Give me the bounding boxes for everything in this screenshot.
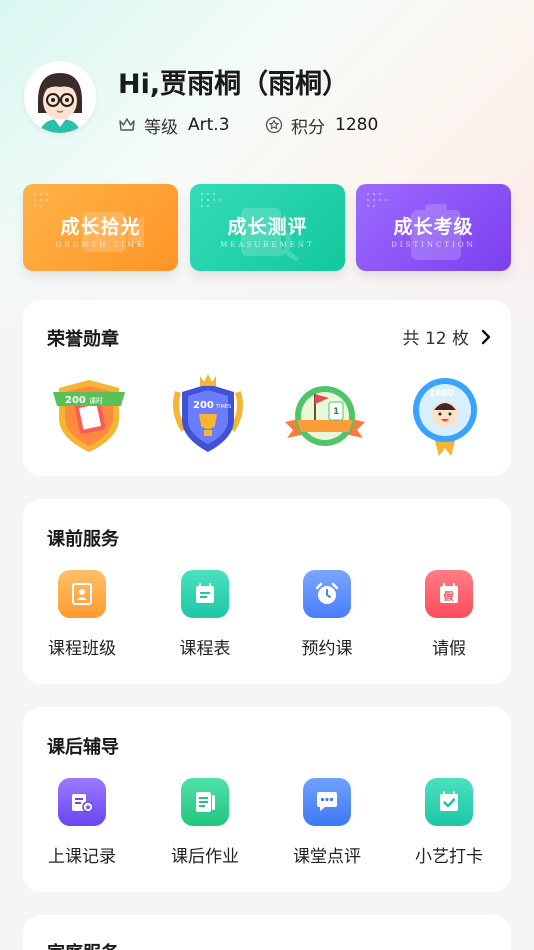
leave-request-entry[interactable]: 假 请假 bbox=[394, 570, 504, 659]
check-in-icon bbox=[425, 778, 473, 826]
1800-days-medal-icon[interactable]: 1800 bbox=[403, 372, 487, 456]
check-in-entry[interactable]: 小艺打卡 bbox=[394, 778, 504, 867]
schedule-entry[interactable]: 课程表 bbox=[150, 570, 260, 659]
pre-class-title: 课前服务 bbox=[47, 529, 119, 550]
family-services-title: 家庭服务 bbox=[47, 939, 119, 950]
growth-distinction-subtitle: DISTINCTION bbox=[391, 241, 476, 249]
honor-medals-title: 荣誉勋章 bbox=[47, 329, 119, 350]
svg-text:TIMES: TIMES bbox=[215, 404, 231, 410]
growth-distinction-card[interactable]: 成长考级 DISTINCTION bbox=[356, 184, 511, 271]
class-record-label: 上课记录 bbox=[48, 847, 116, 867]
svg-text:1: 1 bbox=[333, 407, 339, 417]
points-label: 积分 bbox=[291, 117, 325, 138]
level-label: 等级 bbox=[144, 117, 178, 138]
class-record-entry[interactable]: 上课记录 bbox=[27, 778, 137, 867]
book-class-entry[interactable]: 预约课 bbox=[272, 570, 382, 659]
avatar[interactable] bbox=[24, 61, 96, 133]
points-info: 积分 1280 bbox=[265, 114, 379, 138]
svg-text:200: 200 bbox=[193, 400, 214, 411]
class-group-entry[interactable]: 课程班级 bbox=[27, 570, 137, 659]
medal-count-text: 共 12 枚 bbox=[402, 329, 469, 349]
svg-text:课时: 课时 bbox=[89, 396, 103, 405]
class-comment-entry[interactable]: 课堂点评 bbox=[272, 778, 382, 867]
svg-text:1800: 1800 bbox=[429, 389, 454, 399]
chevron-right-icon bbox=[481, 329, 491, 344]
schedule-label: 课程表 bbox=[179, 639, 231, 659]
crown-icon bbox=[119, 118, 135, 131]
points-star-icon bbox=[265, 116, 283, 134]
class-comment-label: 课堂点评 bbox=[293, 847, 361, 867]
class-record-icon bbox=[58, 778, 106, 826]
homework-icon bbox=[181, 778, 229, 826]
dots-decoration-icon bbox=[366, 192, 388, 208]
medal-count-link[interactable]: 共 12 枚 bbox=[403, 324, 491, 349]
growth-time-card[interactable]: 成长拾光 GROWTH TIME bbox=[23, 184, 178, 271]
growth-measurement-card[interactable]: 成长测评 MEASUREMENT bbox=[190, 184, 345, 271]
growth-distinction-title: 成长考级 bbox=[393, 216, 474, 238]
svg-text:200: 200 bbox=[65, 395, 86, 406]
pre-class-services-card: 课前服务 课程班级 课程表 预约课 假 请假 bbox=[23, 499, 511, 684]
leave-request-label: 请假 bbox=[432, 639, 466, 659]
avatar-girl-icon bbox=[24, 61, 96, 133]
class-book-icon bbox=[58, 570, 106, 618]
level-value: Art.3 bbox=[188, 115, 230, 135]
book-class-label: 预约课 bbox=[301, 639, 353, 659]
homework-entry[interactable]: 课后作业 bbox=[150, 778, 260, 867]
alarm-clock-icon bbox=[303, 570, 351, 618]
comment-bubble-icon bbox=[303, 778, 351, 826]
svg-text:假: 假 bbox=[444, 590, 455, 603]
user-greeting: Hi,贾雨桐（雨桐） bbox=[118, 69, 350, 100]
post-class-title: 课后辅导 bbox=[47, 737, 119, 758]
growth-measurement-subtitle: MEASUREMENT bbox=[220, 241, 315, 249]
200-lessons-medal-icon[interactable]: 200 课时 bbox=[47, 372, 131, 456]
homework-label: 课后作业 bbox=[171, 847, 239, 867]
class-group-label: 课程班级 bbox=[48, 639, 116, 659]
points-value: 1280 bbox=[335, 115, 379, 135]
family-services-card: 家庭服务 bbox=[23, 915, 511, 950]
schedule-icon bbox=[181, 570, 229, 618]
level-info: 等级 Art.3 bbox=[118, 114, 230, 138]
dots-decoration-icon bbox=[200, 192, 222, 208]
1-time-flag-medal-icon[interactable]: 1 bbox=[283, 372, 367, 456]
leave-calendar-icon: 假 bbox=[425, 570, 473, 618]
growth-measurement-title: 成长测评 bbox=[227, 216, 308, 238]
honor-medals-card: 荣誉勋章 共 12 枚 200 课时 200 TIMES 1 1800 bbox=[23, 300, 511, 476]
post-class-services-card: 课后辅导 上课记录 课后作业 课堂点评 小艺打卡 bbox=[23, 707, 511, 892]
growth-time-subtitle: GROWTH TIME bbox=[55, 241, 146, 249]
dots-decoration-icon bbox=[33, 192, 55, 208]
check-in-label: 小艺打卡 bbox=[415, 847, 483, 867]
200-times-trophy-medal-icon[interactable]: 200 TIMES bbox=[166, 372, 250, 456]
growth-time-title: 成长拾光 bbox=[60, 216, 141, 238]
